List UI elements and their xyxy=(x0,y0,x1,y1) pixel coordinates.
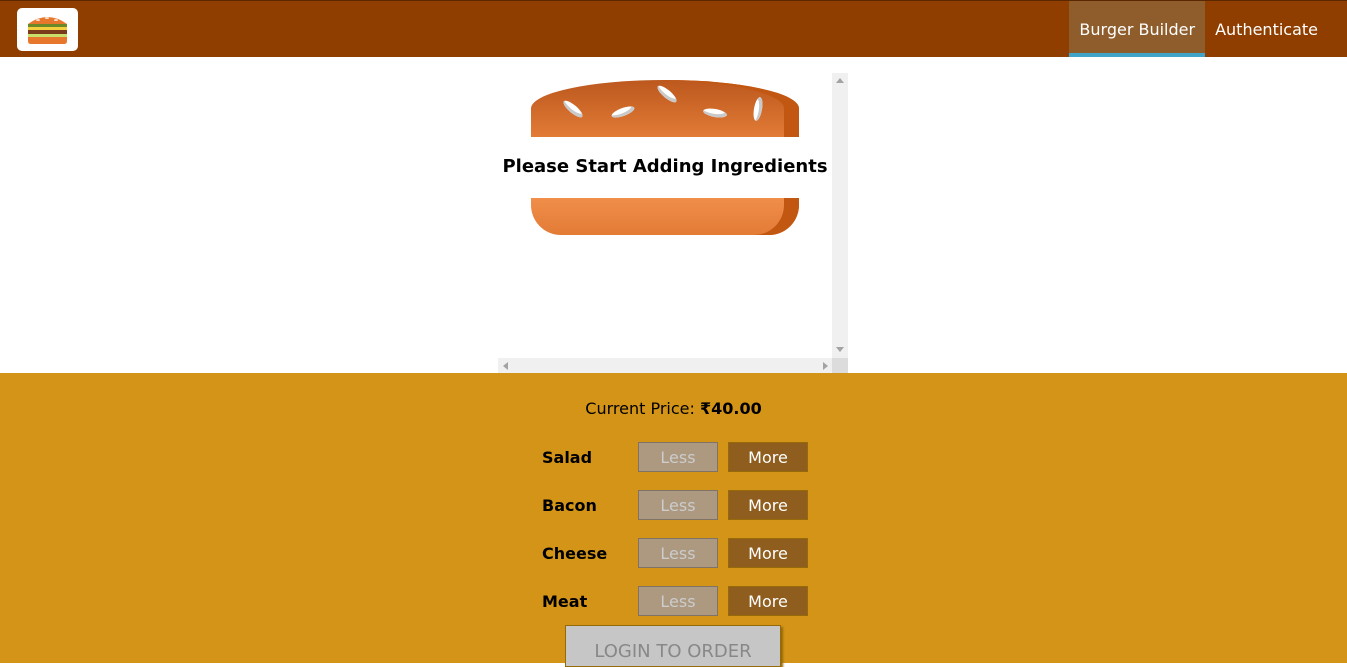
build-controls: Current Price: ₹40.00 Salad Less More Ba… xyxy=(0,373,1347,667)
bread-bottom xyxy=(531,198,799,235)
login-to-order-button[interactable]: LOGIN TO ORDER xyxy=(565,625,781,667)
nav-authenticate[interactable]: Authenticate xyxy=(1205,1,1328,57)
scrollbar-corner xyxy=(832,358,848,373)
ingredient-label: Cheese xyxy=(542,544,608,563)
horizontal-scrollbar[interactable] xyxy=(498,358,832,373)
scroll-right-arrow-icon[interactable] xyxy=(823,362,828,370)
burger-logo-icon xyxy=(28,17,67,44)
bread-top xyxy=(531,80,799,137)
bacon-more-button[interactable]: More xyxy=(728,490,808,520)
seed xyxy=(751,96,765,122)
salad-more-button[interactable]: More xyxy=(728,442,808,472)
cheese-more-button[interactable]: More xyxy=(728,538,808,568)
seed xyxy=(655,83,679,105)
navigation: Burger Builder Authenticate xyxy=(1069,1,1328,57)
price-value: ₹40.00 xyxy=(699,399,762,418)
scroll-left-arrow-icon[interactable] xyxy=(503,362,508,370)
seed xyxy=(610,104,636,120)
bacon-less-button[interactable]: Less xyxy=(638,490,718,520)
ingredient-label: Bacon xyxy=(542,496,597,515)
current-price: Current Price: ₹40.00 xyxy=(0,399,1347,418)
seed xyxy=(561,98,585,120)
toolbar: Burger Builder Authenticate xyxy=(0,0,1347,57)
cheese-less-button[interactable]: Less xyxy=(638,538,718,568)
ingredient-label: Meat xyxy=(542,592,588,611)
price-label: Current Price: xyxy=(585,399,700,418)
scroll-up-arrow-icon[interactable] xyxy=(836,78,844,83)
meat-more-button[interactable]: More xyxy=(728,586,808,616)
burger-logo[interactable] xyxy=(17,8,78,51)
vertical-scrollbar[interactable] xyxy=(832,73,848,358)
seed xyxy=(702,106,728,120)
salad-less-button[interactable]: Less xyxy=(638,442,718,472)
ingredient-label: Salad xyxy=(542,448,593,467)
scroll-down-arrow-icon[interactable] xyxy=(836,347,844,352)
empty-burger-message: Please Start Adding Ingredients xyxy=(502,156,828,177)
meat-less-button[interactable]: Less xyxy=(638,586,718,616)
burger-preview: Please Start Adding Ingredients xyxy=(498,73,848,373)
nav-burger-builder[interactable]: Burger Builder xyxy=(1069,1,1206,57)
